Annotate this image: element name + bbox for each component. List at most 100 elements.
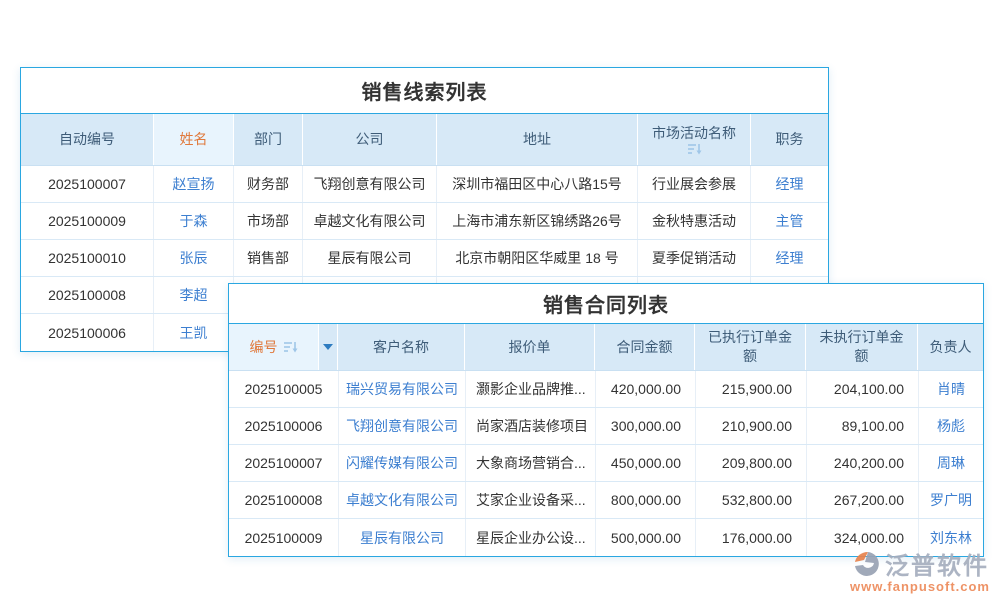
table-row: 2025100009于森市场部卓越文化有限公司上海市浦东新区锦绣路26号金秋特惠… [21,203,828,240]
table-row: 2025100010张辰销售部星辰有限公司北京市朝阳区华威里 18 号夏季促销活… [21,240,828,277]
cell: 金秋特惠活动 [638,203,751,239]
cell: 240,200.00 [807,445,919,481]
column-header-label: 市场活动名称 [652,124,736,143]
column-header-label: 负责人 [930,338,972,357]
cell: 800,000.00 [596,482,696,518]
cell: 450,000.00 [596,445,696,481]
cell: 210,900.00 [696,408,807,444]
contracts-table-title: 销售合同列表 [229,284,983,324]
cell: 500,000.00 [596,519,696,556]
brand-logo-icon [851,550,883,578]
cell: 420,000.00 [596,371,696,407]
column-header[interactable]: 姓名 [154,114,234,165]
column-header[interactable]: 合同金额 [595,324,695,370]
cell: 行业展会参展 [638,166,751,202]
cell: 尚家酒店装修项目 [466,408,596,444]
table-row: 2025100005瑞兴贸易有限公司灏影企业品牌推...420,000.0021… [229,371,983,408]
link-cell[interactable]: 杨彪 [919,408,983,444]
contracts-table-body: 2025100005瑞兴贸易有限公司灏影企业品牌推...420,000.0021… [229,371,983,556]
cell: 卓越文化有限公司 [303,203,437,239]
column-header[interactable]: 市场活动名称 [638,114,751,165]
link-cell[interactable]: 星辰有限公司 [339,519,466,556]
link-cell[interactable]: 主管 [751,203,828,239]
cell: 深圳市福田区中心八路15号 [437,166,638,202]
cell: 2025100007 [229,445,339,481]
cell: 2025100008 [229,482,339,518]
cell: 2025100006 [21,314,154,351]
cell: 267,200.00 [807,482,919,518]
column-header-label: 编号 [250,338,278,357]
column-header-label: 客户名称 [373,338,429,357]
column-header[interactable]: 编号 [229,324,319,370]
column-header-label: 未执行订单金额 [814,328,909,366]
cell: 北京市朝阳区华威里 18 号 [437,240,638,276]
table-row: 2025100006飞翔创意有限公司尚家酒店装修项目300,000.00210,… [229,408,983,445]
leads-table-title: 销售线索列表 [21,68,828,114]
brand-name: 泛普软件 [885,546,989,581]
link-cell[interactable]: 肖晴 [919,371,983,407]
column-header[interactable]: 客户名称 [338,324,465,370]
cell: 大象商场营销合... [466,445,596,481]
column-header-label: 地址 [523,130,551,149]
link-cell[interactable]: 闪耀传媒有限公司 [339,445,466,481]
cell: 星辰有限公司 [303,240,437,276]
filter-dropdown-header[interactable] [319,324,338,370]
column-header-label: 姓名 [180,130,208,149]
cell: 销售部 [234,240,303,276]
page: 销售线索列表 自动编号姓名部门公司地址市场活动名称职务 2025100007赵宣… [0,0,1000,600]
cell: 176,000.00 [696,519,807,556]
sort-icon[interactable] [283,341,298,353]
link-cell[interactable]: 于森 [154,203,234,239]
column-header[interactable]: 自动编号 [21,114,154,165]
column-header-label: 报价单 [509,338,551,357]
link-cell[interactable]: 李超 [154,277,234,313]
brand-watermark: 泛普软件 www.fanpusoft.com [850,546,990,594]
link-cell[interactable]: 周琳 [919,445,983,481]
chevron-down-icon[interactable] [323,344,333,350]
column-header[interactable]: 地址 [437,114,638,165]
cell: 2025100010 [21,240,154,276]
cell: 204,100.00 [807,371,919,407]
link-cell[interactable]: 经理 [751,240,828,276]
cell: 2025100008 [21,277,154,313]
cell: 300,000.00 [596,408,696,444]
table-row: 2025100007闪耀传媒有限公司大象商场营销合...450,000.0020… [229,445,983,482]
contracts-table-card: 销售合同列表 编号 客户名称 报价单 合同金额 已执行订单金额未执行订单金额 负责人 20… [228,283,984,557]
column-header-label: 合同金额 [617,338,673,357]
column-header-label: 部门 [254,130,282,149]
column-header-label: 职务 [776,130,804,149]
column-header[interactable]: 已执行订单金额 [695,324,806,370]
column-header[interactable]: 公司 [303,114,437,165]
cell: 89,100.00 [807,408,919,444]
cell: 市场部 [234,203,303,239]
cell: 艾家企业设备采... [466,482,596,518]
link-cell[interactable]: 张辰 [154,240,234,276]
column-header[interactable]: 负责人 [918,324,983,370]
table-row: 2025100007赵宣扬财务部飞翔创意有限公司深圳市福田区中心八路15号行业展… [21,166,828,203]
column-header[interactable]: 未执行订单金额 [806,324,918,370]
brand-url: www.fanpusoft.com [850,579,990,594]
link-cell[interactable]: 罗广明 [919,482,983,518]
cell: 星辰企业办公设... [466,519,596,556]
link-cell[interactable]: 卓越文化有限公司 [339,482,466,518]
link-cell[interactable]: 经理 [751,166,828,202]
contracts-table-header: 编号 客户名称 报价单 合同金额 已执行订单金额未执行订单金额 负责人 [229,324,983,371]
link-cell[interactable]: 瑞兴贸易有限公司 [339,371,466,407]
column-header-label: 自动编号 [59,130,115,149]
column-header[interactable]: 报价单 [465,324,595,370]
column-header[interactable]: 职务 [751,114,828,165]
cell: 飞翔创意有限公司 [303,166,437,202]
cell: 2025100006 [229,408,339,444]
link-cell[interactable]: 王凯 [154,314,234,351]
column-header-label: 已执行订单金额 [703,328,797,366]
cell: 2025100007 [21,166,154,202]
link-cell[interactable]: 飞翔创意有限公司 [339,408,466,444]
link-cell[interactable]: 赵宣扬 [154,166,234,202]
cell: 2025100009 [229,519,339,556]
sort-icon[interactable] [687,143,702,155]
column-header[interactable]: 部门 [234,114,303,165]
cell: 532,800.00 [696,482,807,518]
cell: 灏影企业品牌推... [466,371,596,407]
column-header-label: 公司 [356,130,384,149]
cell: 夏季促销活动 [638,240,751,276]
